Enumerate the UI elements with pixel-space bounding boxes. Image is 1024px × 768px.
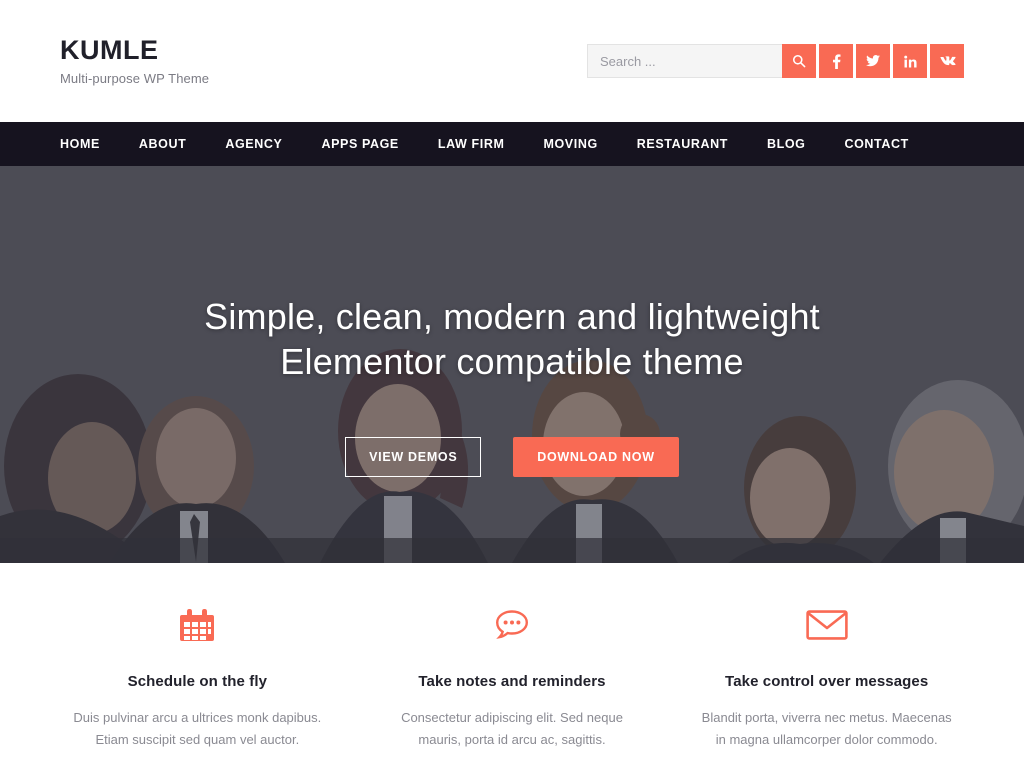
twitter-icon <box>865 53 881 69</box>
nav-item-blog[interactable]: BLOG <box>767 137 806 151</box>
hero-title-line-1: Simple, clean, modern and lightweight <box>204 296 820 337</box>
features-section: Schedule on the fly Duis pulvinar arcu a… <box>0 563 1024 768</box>
facebook-button[interactable] <box>819 44 853 78</box>
calendar-icon <box>180 601 215 649</box>
nav-item-about[interactable]: ABOUT <box>139 137 186 151</box>
linkedin-button[interactable] <box>893 44 927 78</box>
chat-bubble-icon <box>493 601 531 649</box>
nav-item-apps-page[interactable]: APPS PAGE <box>321 137 398 151</box>
vk-icon <box>939 53 956 70</box>
search-icon <box>792 54 806 68</box>
search-input[interactable] <box>587 44 782 78</box>
hero-section: Simple, clean, modern and lightweight El… <box>0 166 1024 563</box>
hero-content: Simple, clean, modern and lightweight El… <box>0 166 1024 563</box>
feature-title: Schedule on the fly <box>127 673 268 690</box>
feature-schedule: Schedule on the fly Duis pulvinar arcu a… <box>40 601 355 768</box>
vk-button[interactable] <box>930 44 964 78</box>
twitter-button[interactable] <box>856 44 890 78</box>
feature-title: Take notes and reminders <box>418 673 606 690</box>
site-logo[interactable]: KUMLE Multi-purpose WP Theme <box>60 34 210 87</box>
feature-description: Duis pulvinar arcu a ultrices monk dapib… <box>73 710 322 748</box>
nav-item-restaurant[interactable]: RESTAURANT <box>637 137 728 151</box>
feature-description: Blandit porta, viverra nec metus. Maecen… <box>701 710 952 748</box>
main-navigation: HOME ABOUT AGENCY APPS PAGE LAW FIRM MOV… <box>0 122 1024 166</box>
nav-item-home[interactable]: HOME <box>60 137 100 151</box>
nav-item-contact[interactable]: CONTACT <box>844 137 908 151</box>
feature-messages: Take control over messages Blandit porta… <box>669 601 984 768</box>
view-demos-button[interactable]: VIEW DEMOS <box>345 436 482 477</box>
download-now-button[interactable]: DOWNLOAD NOW <box>513 436 679 477</box>
hero-title-line-2: Elementor compatible theme <box>280 341 744 383</box>
nav-item-law-firm[interactable]: LAW FIRM <box>438 137 505 151</box>
linkedin-icon <box>903 54 918 69</box>
header-search-social <box>587 44 964 78</box>
feature-notes: Take notes and reminders Consectetur adi… <box>355 601 670 768</box>
search-button[interactable] <box>782 44 816 78</box>
nav-item-agency[interactable]: AGENCY <box>225 137 282 151</box>
hero-title: Simple, clean, modern and lightweight El… <box>204 294 820 385</box>
brand-title: KUMLE <box>60 34 159 65</box>
feature-description: Consectetur adipiscing elit. Sed neque m… <box>401 710 623 748</box>
nav-item-moving[interactable]: MOVING <box>543 137 597 151</box>
hero-cta-group: VIEW DEMOS DOWNLOAD NOW <box>345 436 679 477</box>
feature-title: Take control over messages <box>725 673 929 690</box>
facebook-icon <box>828 53 844 69</box>
site-header: KUMLE Multi-purpose WP Theme <box>0 0 1024 122</box>
brand-tagline: Multi-purpose WP Theme <box>60 71 210 87</box>
envelope-icon <box>805 601 848 649</box>
